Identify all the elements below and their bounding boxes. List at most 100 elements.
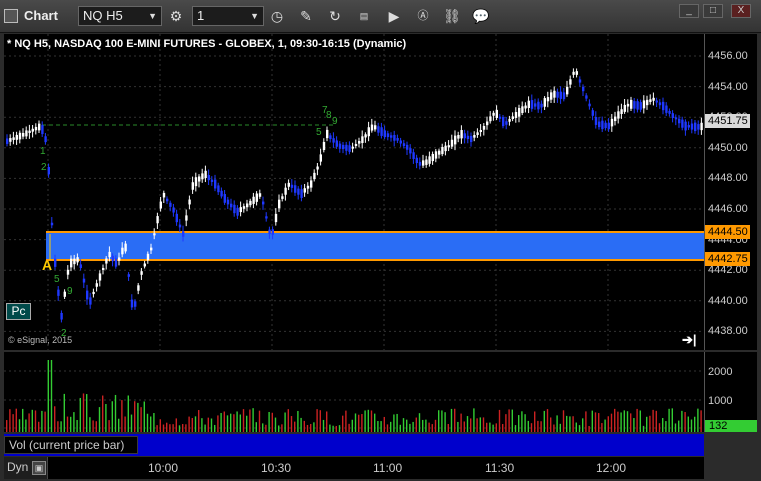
candle	[204, 170, 207, 179]
volume-bar	[502, 424, 504, 432]
volume-label-bar: Vol (current price bar)	[4, 434, 704, 456]
candle	[505, 121, 508, 125]
interval-settings-icon[interactable]: ⚙	[166, 6, 186, 26]
volume-bar	[159, 419, 161, 432]
volume-tick: 2000	[708, 366, 733, 378]
chevron-down-icon[interactable]: ▼	[250, 7, 259, 25]
refresh-icon[interactable]: ↻	[325, 6, 345, 26]
candle	[489, 116, 492, 122]
volume-bar	[214, 424, 216, 432]
volume-bar	[111, 401, 113, 432]
chat-icon[interactable]: 💬	[471, 6, 491, 26]
candle	[217, 185, 220, 193]
candle	[396, 138, 399, 141]
volume-bar	[118, 418, 120, 432]
minimize-button[interactable]: _	[679, 4, 699, 18]
volume-bar	[697, 408, 699, 432]
volume-bar	[505, 414, 507, 432]
volume-bar	[642, 425, 645, 432]
alert-icon[interactable]: Ⓐ	[413, 6, 433, 26]
volume-bar	[617, 411, 619, 432]
candle	[639, 102, 642, 110]
volume-bar	[268, 411, 270, 432]
candle	[550, 92, 553, 100]
maximize-button[interactable]: □	[703, 4, 723, 18]
window-title: Chart	[24, 8, 58, 23]
candle	[159, 201, 162, 209]
current-volume-tag: 132	[705, 420, 757, 432]
dynamic-mode-box[interactable]: Dyn ▣	[4, 457, 48, 479]
candle	[25, 130, 28, 137]
pc-button[interactable]: Pc	[6, 303, 31, 320]
candle	[687, 125, 690, 128]
candle	[70, 258, 73, 268]
candle	[342, 144, 345, 150]
interval-input[interactable]: 1 ▼	[192, 6, 264, 26]
price-tick: 4448.00	[708, 172, 748, 184]
time-axis[interactable]: 10:00 10:30 11:00 11:30 12:00	[4, 457, 704, 479]
symbol-input[interactable]: NQ H5 ▼	[78, 6, 162, 26]
volume-bar	[457, 421, 459, 432]
candle	[89, 297, 92, 305]
volume-bar	[351, 419, 353, 432]
count-label: 5	[54, 274, 60, 285]
volume-bar	[460, 413, 462, 432]
chevron-down-icon[interactable]: ▼	[148, 7, 157, 25]
candle	[214, 179, 217, 189]
volume-bar	[303, 420, 305, 432]
price-tick: 4446.00	[708, 203, 748, 215]
volume-bar	[390, 421, 392, 432]
volume-bar	[550, 417, 552, 432]
volume-bar	[255, 422, 257, 432]
volume-bar	[466, 416, 469, 432]
candle	[649, 99, 652, 102]
lock-icon[interactable]: ▣	[32, 461, 46, 475]
pencil-icon[interactable]: ✎	[296, 6, 316, 26]
scroll-to-end-icon[interactable]: ➔|	[682, 332, 697, 348]
volume-study-label[interactable]: Vol (current price bar)	[4, 436, 138, 454]
price-chart[interactable]: 1 2 5 7 8 9 9 5 2 A	[4, 34, 704, 350]
volume-bar	[607, 416, 609, 432]
candle	[537, 101, 540, 110]
volume-bar	[364, 410, 366, 432]
quote-icon[interactable]: ▤	[354, 6, 374, 26]
volume-bar	[246, 415, 248, 432]
candle	[130, 299, 134, 308]
candle	[86, 290, 89, 300]
clock-icon[interactable]: ◷	[267, 6, 287, 26]
volume-bar	[284, 412, 286, 432]
volume-bar	[281, 424, 283, 432]
candle	[514, 112, 518, 118]
play-icon[interactable]: ▶	[384, 6, 404, 26]
volume-bar	[415, 417, 417, 432]
volume-bar	[370, 410, 373, 432]
zone-low-tag: 4442.75	[705, 252, 750, 266]
volume-bar	[258, 410, 261, 432]
candle	[210, 179, 214, 182]
candle	[479, 129, 482, 133]
candle	[310, 180, 313, 188]
link-icon[interactable]: ⛓	[442, 6, 462, 26]
close-button[interactable]: X	[731, 4, 751, 18]
candle	[377, 126, 380, 133]
candle	[671, 113, 674, 118]
volume-bar	[591, 410, 593, 432]
candle	[428, 156, 431, 164]
candle	[175, 213, 178, 223]
candle	[684, 121, 687, 131]
candle	[498, 116, 502, 119]
volume-bar	[79, 397, 81, 432]
volume-bar	[9, 409, 11, 432]
candle	[655, 100, 658, 103]
candle	[438, 150, 441, 155]
volume-bar	[521, 411, 523, 432]
candle	[207, 175, 210, 181]
volume-bar	[393, 414, 395, 432]
candle	[463, 133, 466, 139]
volume-bar	[313, 422, 315, 432]
volume-bar	[511, 409, 513, 432]
candle	[556, 91, 559, 98]
candle	[511, 116, 514, 119]
candle	[623, 104, 626, 112]
volume-chart[interactable]	[4, 352, 704, 432]
